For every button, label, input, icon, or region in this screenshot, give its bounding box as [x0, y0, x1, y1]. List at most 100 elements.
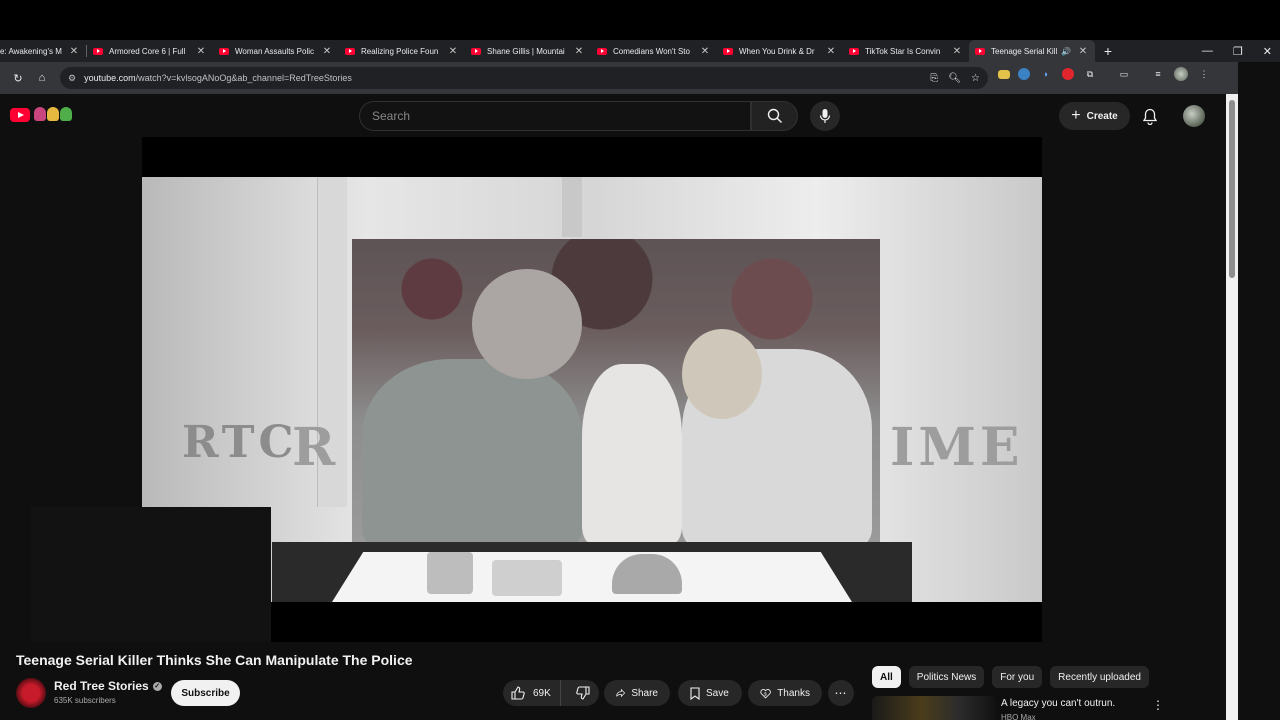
share-button[interactable]: Share — [604, 680, 670, 706]
browser-tab-active[interactable]: Teenage Serial Kill 🔊 ✕ — [969, 40, 1095, 62]
video-player[interactable]: RTC R IME — [142, 137, 1042, 642]
address-bar[interactable]: ⚙ youtube.com/watch?v=kvlsogANoOg&ab_cha… — [60, 67, 988, 89]
youtube-favicon-icon — [219, 47, 229, 55]
share-icon — [616, 688, 626, 698]
close-tab-icon[interactable]: ✕ — [1077, 46, 1089, 57]
browser-menu-icon[interactable]: ⋮ — [1196, 66, 1212, 82]
tab-title: Teenage Serial Kill — [991, 46, 1058, 56]
masthead: + Create — [0, 94, 1226, 137]
url-domain: youtube.com — [84, 73, 136, 83]
close-tab-icon[interactable]: ✕ — [699, 46, 711, 57]
browser-tab[interactable]: Woman Assaults Polic ✕ — [213, 40, 339, 62]
like-dislike-group: 69K — [503, 680, 599, 706]
video-frame: RTC R IME — [142, 177, 1042, 602]
watermark-text: IME — [890, 417, 1024, 478]
browser-tab[interactable]: e: Awakening's M ✕ — [0, 40, 86, 62]
chip-recently-uploaded[interactable]: Recently uploaded — [1050, 666, 1149, 688]
youtube-favicon-icon — [723, 47, 733, 55]
install-app-icon[interactable]: ⎘ — [930, 73, 938, 84]
save-button[interactable]: Save — [678, 680, 742, 706]
site-info-icon[interactable]: ⚙ — [68, 73, 76, 84]
close-window-icon[interactable]: ✕ — [1263, 45, 1272, 58]
notifications-button[interactable] — [1140, 106, 1160, 126]
more-actions-button[interactable]: ⋯ — [828, 680, 854, 706]
extension-icon[interactable] — [1062, 68, 1074, 80]
browser-toolbar: ↻ ⌂ ⚙ youtube.com/watch?v=kvlsogANoOg&ab… — [0, 62, 1238, 94]
create-button[interactable]: + Create — [1059, 102, 1130, 130]
browser-tab[interactable]: TikTok Star Is Convin ✕ — [843, 40, 969, 62]
puzzle-extensions-icon[interactable]: ⧉ — [1082, 66, 1098, 82]
tab-title: TikTok Star Is Convin — [865, 46, 941, 56]
recommendation-channel[interactable]: HBO Max — [1001, 713, 1036, 720]
close-tab-icon[interactable]: ✕ — [573, 46, 585, 57]
page-scrollbar[interactable] — [1226, 94, 1238, 720]
extension-icon[interactable] — [1018, 68, 1030, 80]
video-cup — [427, 552, 473, 594]
super-thanks-icon: $ — [760, 688, 771, 699]
restore-icon[interactable]: ❐ — [1233, 45, 1243, 58]
tab-title: Shane Gillis | Mountai — [487, 46, 565, 56]
close-tab-icon[interactable]: ✕ — [825, 46, 837, 57]
recommendation-menu-icon[interactable]: ⋮ — [1152, 698, 1164, 712]
chip-all[interactable]: All — [872, 666, 901, 688]
recommendation-thumbnail[interactable] — [872, 696, 996, 720]
video-title: Teenage Serial Killer Thinks She Can Man… — [16, 652, 413, 668]
svg-text:$: $ — [764, 691, 767, 697]
filter-chips: All Politics News For you Recently uploa… — [872, 666, 1149, 688]
like-button[interactable]: 69K — [503, 680, 562, 706]
search-input[interactable] — [372, 109, 732, 123]
media-controls-icon[interactable]: ≡ — [1150, 66, 1166, 82]
channel-name-row[interactable]: Red Tree Stories ✓ — [54, 679, 162, 693]
search-box — [359, 101, 751, 131]
person-figure — [582, 364, 682, 542]
url-path: /watch?v=kvlsogANoOg&ab_channel=RedTreeS… — [135, 73, 352, 83]
browser-tab[interactable]: When You Drink & Dr ✕ — [717, 40, 843, 62]
youtube-favicon-icon — [345, 47, 355, 55]
home-icon[interactable]: ⌂ — [30, 66, 54, 90]
channel-avatar[interactable] — [16, 678, 46, 708]
video-photo — [352, 239, 880, 542]
tab-title: Realizing Police Foun — [361, 46, 439, 56]
close-tab-icon[interactable]: ✕ — [321, 46, 333, 57]
search-button[interactable] — [751, 101, 798, 131]
browser-tab[interactable]: Comedians Won't Sto ✕ — [591, 40, 717, 62]
close-tab-icon[interactable]: ✕ — [447, 46, 459, 57]
close-tab-icon[interactable]: ✕ — [195, 46, 207, 57]
thanks-label: Thanks — [777, 687, 810, 699]
chip-for-you[interactable]: For you — [992, 666, 1043, 688]
browser-tab[interactable]: Shane Gillis | Mountai ✕ — [465, 40, 591, 62]
scrollbar-thumb[interactable] — [1229, 100, 1235, 278]
dislike-button[interactable] — [567, 680, 599, 706]
subscribe-button[interactable]: Subscribe — [171, 680, 240, 706]
youtube-logo-icon[interactable] — [10, 108, 30, 122]
bookmark-star-icon[interactable]: ☆ — [971, 73, 980, 84]
channel-name[interactable]: Red Tree Stories — [54, 679, 149, 693]
tab-title: When You Drink & Dr — [739, 46, 815, 56]
close-tab-icon[interactable]: ✕ — [951, 46, 963, 57]
logo-doodle[interactable] — [34, 107, 72, 121]
more-horizontal-icon: ⋯ — [834, 686, 848, 700]
voice-search-button[interactable] — [810, 101, 840, 131]
reload-icon[interactable]: ↻ — [6, 66, 30, 90]
extension-icon[interactable] — [998, 69, 1010, 79]
profile-icon[interactable] — [1174, 67, 1188, 81]
desktop-strip — [0, 0, 1280, 40]
account-avatar[interactable] — [1183, 105, 1205, 127]
browser-tab[interactable]: Armored Core 6 | Full ✕ — [87, 40, 213, 62]
thanks-button[interactable]: $ Thanks — [748, 680, 822, 706]
minimize-icon[interactable]: — — [1202, 45, 1213, 57]
chip-politics-news[interactable]: Politics News — [908, 666, 985, 688]
cast-icon[interactable]: ▭ — [1116, 66, 1132, 82]
speaker-icon[interactable]: 🔊 — [1061, 47, 1071, 56]
zoom-icon[interactable]: 🔍︎ — [948, 73, 961, 84]
youtube-favicon-icon — [975, 47, 985, 55]
extensions-area: ◗ ⧉ ▭ ≡ ⋮ — [998, 66, 1212, 82]
close-tab-icon[interactable]: ✕ — [68, 46, 80, 57]
browser-tab[interactable]: Realizing Police Foun ✕ — [339, 40, 465, 62]
new-tab-button[interactable]: + — [1095, 43, 1121, 59]
search-icon — [767, 108, 782, 123]
video-scenery — [562, 177, 582, 237]
recommendation-title[interactable]: A legacy you can't outrun. — [1001, 698, 1115, 709]
bell-icon — [1142, 108, 1158, 125]
extension-icon[interactable]: ◗ — [1038, 66, 1054, 82]
